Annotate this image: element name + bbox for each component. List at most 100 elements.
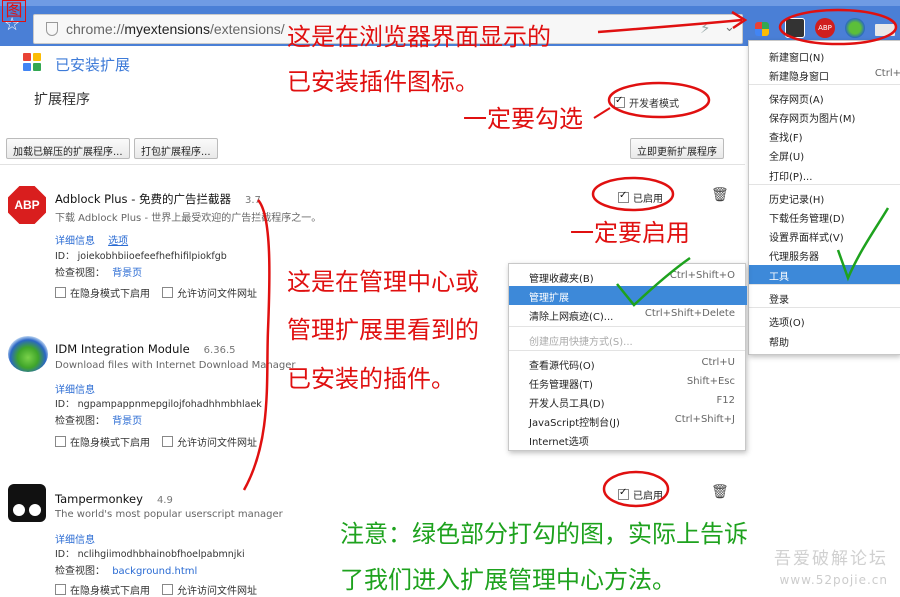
file-access-checkbox[interactable] — [162, 436, 173, 447]
lightning-icon[interactable]: ⚡ — [700, 19, 711, 37]
main-menu-item[interactable]: 打印(P)... — [749, 165, 900, 184]
main-menu-item[interactable]: 选项(O) — [749, 311, 900, 330]
menu-item-label: 设置界面样式(V) — [769, 233, 844, 244]
tools-menu-item[interactable]: 开发人员工具(D) F12 — [509, 392, 747, 411]
developer-mode-toggle[interactable]: 开发者模式 — [614, 95, 679, 110]
tools-menu-item[interactable]: JavaScript控制台(J) Ctrl+Shift+J — [509, 411, 747, 430]
incognito-checkbox[interactable] — [55, 287, 66, 298]
menu-item-label: 查找(F) — [769, 133, 803, 144]
incognito-option[interactable]: 在隐身模式下启用 — [55, 434, 150, 449]
extension-header: Tampermonkey 4.9 — [55, 488, 173, 507]
menu-item-shortcut: Ctrl+Shift+O — [669, 270, 735, 281]
menu-item-label: 选项(O) — [769, 318, 805, 329]
developer-mode-checkbox[interactable] — [614, 95, 625, 108]
watermark-url: www.52pojie.cn — [779, 573, 888, 587]
title-strip — [0, 0, 900, 6]
menu-item-label: Internet选项 — [529, 437, 589, 448]
chevron-down-icon[interactable]: ⌄ — [724, 20, 735, 35]
file-access-option[interactable]: 允许访问文件网址 — [162, 434, 257, 449]
main-menu-item[interactable]: 代理服务器 — [749, 245, 900, 264]
main-menu-item[interactable]: 保存网页(A) — [749, 88, 900, 107]
main-menu-item[interactable]: 新建隐身窗口 Ctrl+ — [749, 65, 900, 84]
tools-menu-item[interactable]: 管理收藏夹(B) Ctrl+Shift+O — [509, 267, 747, 286]
extensions-logo-icon — [23, 53, 43, 73]
options-link[interactable]: 选项 — [108, 236, 128, 247]
inspect-view-link[interactable]: 背景页 — [112, 416, 142, 427]
tools-menu-item[interactable]: 查看源代码(O) Ctrl+U — [509, 354, 747, 373]
details-link[interactable]: 详细信息 — [55, 385, 95, 396]
incognito-checkbox[interactable] — [55, 436, 66, 447]
main-menu-item[interactable]: 查找(F) — [749, 126, 900, 145]
main-menu-item[interactable]: 下载任务管理(D) — [749, 207, 900, 226]
extension-name: Adblock Plus - 免费的广告拦截器 — [55, 192, 232, 206]
file-access-checkbox[interactable] — [162, 287, 173, 298]
file-access-option[interactable]: 允许访问文件网址 — [162, 285, 257, 300]
file-access-label: 允许访问文件网址 — [177, 586, 257, 597]
enable-toggle[interactable]: 已启用 — [618, 190, 663, 205]
extension-id: ID： ngpampappnmepgilojfohadhhmbhlaek — [55, 399, 262, 410]
menu-item-label: 代理服务器 — [769, 252, 819, 263]
file-access-checkbox[interactable] — [162, 584, 173, 595]
security-shield-icon — [46, 22, 58, 36]
menu-separator — [509, 326, 745, 327]
incognito-checkbox[interactable] — [55, 584, 66, 595]
main-menu-item[interactable]: 工具 — [749, 265, 900, 284]
annotation-toolbar-note-2: 已安装插件图标。 — [287, 68, 479, 96]
extension-version: 6.36.5 — [203, 345, 236, 356]
inspect-view-link[interactable]: 背景页 — [112, 268, 142, 279]
menu-item-label: JavaScript控制台(J) — [529, 418, 620, 429]
details-link[interactable]: 详细信息 — [55, 535, 95, 546]
details-link[interactable]: 详细信息 — [55, 236, 95, 247]
menu-item-label: 保存网页为图片(M) — [769, 114, 856, 125]
extension-description: Download files with Internet Download Ma… — [55, 360, 296, 371]
tampermonkey-toolbar-icon[interactable] — [785, 18, 805, 38]
menu-separator — [749, 84, 900, 85]
annotation-toolbar-note-1: 这是在浏览器界面显示的 — [287, 23, 551, 51]
enabled-checkbox[interactable] — [618, 487, 629, 500]
load-unpacked-button[interactable]: 加载已解压的扩展程序... — [6, 138, 130, 159]
main-menu-item[interactable]: 全屏(U) — [749, 145, 900, 164]
menu-item-label: 历史记录(H) — [769, 195, 825, 206]
menu-separator — [749, 184, 900, 185]
adblock-toolbar-icon[interactable]: ABP — [815, 18, 835, 38]
main-menu-item[interactable]: 保存网页为图片(M) — [749, 107, 900, 126]
tools-menu-item[interactable]: 创建应用快捷方式(S)... — [509, 330, 747, 349]
enable-toggle[interactable]: 已启用 — [618, 487, 663, 502]
file-access-option[interactable]: 允许访问文件网址 — [162, 582, 257, 597]
menu-item-label: 创建应用快捷方式(S)... — [529, 337, 633, 348]
page-title: 已安装扩展 — [55, 56, 131, 74]
trash-icon[interactable]: 🗑 — [711, 187, 729, 203]
pack-extension-button[interactable]: 打包扩展程序... — [134, 138, 218, 159]
enabled-checkbox[interactable] — [618, 190, 629, 203]
menu-item-label: 工具 — [769, 272, 789, 283]
main-menu-item[interactable]: 帮助 — [749, 331, 900, 350]
tools-menu-item[interactable]: 清除上网痕迹(C)... Ctrl+Shift+Delete — [509, 305, 747, 324]
main-menu-item[interactable]: 新建窗口(N) — [749, 46, 900, 65]
inspect-views-label: 检查视图： — [55, 268, 105, 279]
tools-menu-item[interactable]: Internet选项 — [509, 430, 747, 449]
incognito-label: 在隐身模式下启用 — [70, 586, 150, 597]
inspect-views-label: 检查视图： — [55, 566, 105, 577]
menu-item-shortcut: Ctrl+Shift+J — [674, 414, 735, 425]
annotation-green-note-2: 了我们进入扩展管理中心方法。 — [340, 566, 676, 594]
tools-menu-item[interactable]: 任务管理器(T) Shift+Esc — [509, 373, 747, 392]
incognito-option[interactable]: 在隐身模式下启用 — [55, 582, 150, 597]
extension-id: ID： joiekobhbiioefeefhefhifilpiokfgb — [55, 251, 227, 262]
menu-item-label: 打印(P)... — [769, 172, 813, 183]
trash-icon[interactable]: 🗑 — [711, 484, 729, 500]
main-menu-item[interactable]: 设置界面样式(V) — [749, 226, 900, 245]
main-menu-item[interactable]: 历史记录(H) — [749, 188, 900, 207]
extension-id: ID： nclihgiimodhbhainobfhoelpabmnjki — [55, 549, 245, 560]
idm-toolbar-icon[interactable] — [845, 18, 865, 38]
incognito-option[interactable]: 在隐身模式下启用 — [55, 285, 150, 300]
update-extensions-button[interactable]: 立即更新扩展程序 — [630, 138, 724, 159]
tools-menu-item[interactable]: 管理扩展 — [509, 286, 747, 305]
main-menu-item[interactable]: 登录 — [749, 288, 900, 307]
developer-mode-label: 开发者模式 — [629, 99, 679, 110]
browser-main-menu: 新建窗口(N) 新建隐身窗口 Ctrl+ 保存网页(A) 保存网页为图片(M) 查找(F)… — [748, 40, 900, 355]
menu-icon[interactable] — [875, 24, 895, 36]
inspect-view-link[interactable]: background.html — [112, 566, 197, 577]
apps-grid-icon[interactable] — [755, 22, 769, 36]
extension-name: Tampermonkey — [55, 492, 143, 506]
menu-item-shortcut: Ctrl+Shift+Delete — [644, 308, 735, 319]
